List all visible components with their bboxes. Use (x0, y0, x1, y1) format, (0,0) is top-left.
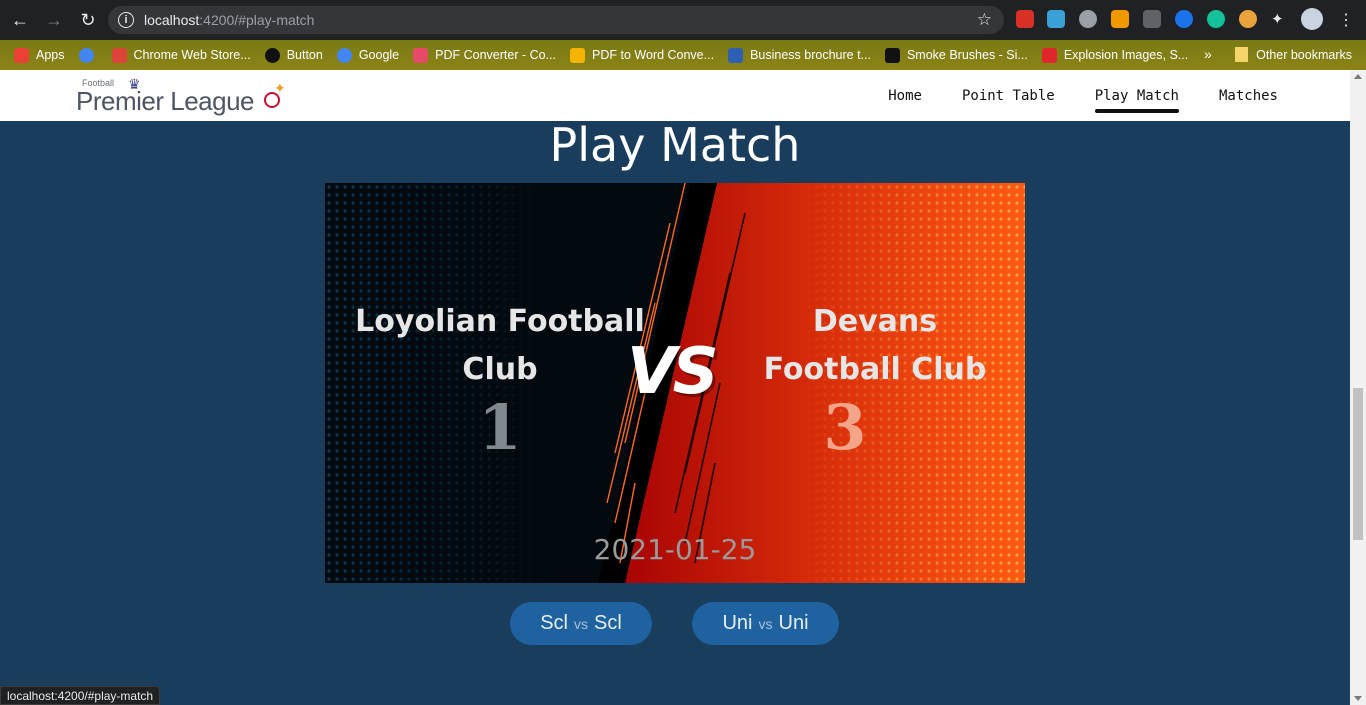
forward-arrow-icon[interactable]: → (40, 6, 68, 34)
extension-icon[interactable] (1111, 10, 1129, 28)
bookmark-label: PDF Converter - Co... (435, 48, 557, 62)
match-vs-label: vs (758, 615, 773, 632)
folder-icon (1235, 47, 1249, 62)
match-banner: Loyolian Football Club Devans Football C… (325, 183, 1025, 583)
logo-text: Premier League (76, 86, 255, 116)
match-home-label: Uni (722, 612, 753, 634)
scrollbar-thumb[interactable] (1353, 388, 1363, 540)
bookmark-item[interactable]: Button (264, 47, 323, 63)
bookmark-label: Business brochure t... (750, 48, 871, 62)
bookmark-star-icon[interactable]: ☆ (977, 10, 992, 30)
bookmark-item[interactable]: Smoke Brushes - Si... (884, 47, 1028, 63)
browser-menu-icon[interactable]: ⋮ (1338, 10, 1356, 29)
bookmark-label: Explosion Images, S... (1063, 48, 1189, 62)
versus-label: VS (627, 335, 719, 409)
bookmark-item[interactable]: Apps (14, 47, 65, 63)
crown-spark-icon: ✦ (274, 80, 286, 96)
address-bar[interactable]: i localhost:4200/#play-match ☆ (108, 6, 1004, 34)
match-home-label: Scl (540, 612, 568, 634)
extension-icon[interactable] (1079, 10, 1097, 28)
scroll-down-icon[interactable] (1354, 696, 1362, 701)
google-icon (336, 47, 352, 63)
match-date: 2021-01-25 (593, 533, 757, 566)
home-team-name: Loyolian Football Club (355, 304, 645, 387)
bookmarks-overflow-button[interactable]: » (1204, 46, 1212, 62)
away-team-name: Devans Football Club (763, 304, 987, 387)
profile-avatar[interactable] (1301, 8, 1323, 30)
match-button-uni-vs-uni[interactable]: Uni vs Uni (692, 602, 839, 645)
github-icon (264, 47, 280, 63)
away-team-score: 3 (823, 391, 867, 464)
chrome-web-store-icon (111, 47, 127, 63)
grammarly-icon[interactable] (1207, 10, 1225, 28)
brush-icon (884, 47, 900, 63)
extension-icon[interactable] (1047, 10, 1065, 28)
site-info-icon[interactable]: i (118, 12, 134, 28)
status-bar-url: localhost:4200/#play-match (0, 686, 161, 705)
puzzle-extensions-icon[interactable]: ✦ (1271, 10, 1289, 28)
match-button-scl-vs-scl[interactable]: Scl vs Scl (510, 602, 652, 645)
bookmark-label: Google (358, 48, 400, 62)
bookmark-item[interactable]: Chrome Web Store... (111, 47, 251, 63)
home-team-score: 1 (478, 391, 522, 464)
site-header: Football ♛ Premier League ✦ Home Point Ta… (0, 70, 1350, 121)
gear-bookmark-icon (728, 47, 744, 63)
reload-icon[interactable]: ↻ (74, 6, 102, 34)
browser-toolbar: ← → ↻ i localhost:4200/#play-match ☆ ✦ ⋮ (0, 0, 1366, 40)
premier-league-logo[interactable]: Football ♛ Premier League ✦ (76, 76, 296, 118)
bookmark-label: Chrome Web Store... (133, 48, 251, 62)
other-bookmarks-label: Other bookmarks (1256, 47, 1352, 62)
bookmark-item[interactable] (78, 47, 98, 63)
page-scrollbar[interactable] (1350, 70, 1366, 705)
bookmark-item[interactable]: Business brochure t... (728, 47, 871, 63)
address-url[interactable]: localhost:4200/#play-match (144, 12, 314, 28)
other-bookmarks-folder[interactable]: Other bookmarks (1235, 47, 1352, 62)
bookmarks-bar: Apps Chrome Web Store... Button Google PDF C… (0, 40, 1366, 70)
bookmark-label: PDF to Word Conve... (592, 48, 715, 62)
extension-icon[interactable] (1016, 10, 1034, 28)
nav-link-point-table[interactable]: Point Table (962, 70, 1055, 121)
extension-icon[interactable] (1175, 10, 1193, 28)
pdf-icon (413, 47, 429, 63)
nav-link-matches[interactable]: Matches (1219, 70, 1278, 121)
back-arrow-icon[interactable]: ← (6, 6, 34, 34)
bookmark-label: Apps (36, 48, 65, 62)
match-vs-label: vs (574, 615, 588, 632)
bookmark-label: Button (286, 48, 323, 62)
match-away-label: Scl (594, 612, 622, 634)
main-nav: Home Point Table Play Match Matches (848, 70, 1278, 121)
page-title: Play Match (549, 118, 801, 172)
google-icon (78, 47, 94, 63)
nav-link-home[interactable]: Home (888, 70, 922, 121)
explosion-icon (1041, 47, 1057, 63)
bookmark-label: Smoke Brushes - Si... (906, 48, 1028, 62)
bookmark-item[interactable]: Google (336, 47, 400, 63)
bookmark-item[interactable]: PDF to Word Conve... (570, 47, 715, 63)
scroll-up-icon[interactable] (1354, 74, 1362, 79)
apps-grid-icon (14, 47, 29, 63)
bookmark-item[interactable]: Explosion Images, S... (1041, 47, 1189, 63)
extension-icon[interactable] (1239, 10, 1257, 28)
pdf-word-icon (570, 47, 586, 63)
extension-icon[interactable] (1143, 10, 1161, 28)
nav-link-play-match[interactable]: Play Match (1094, 70, 1180, 121)
bookmark-item[interactable]: PDF Converter - Co... (413, 47, 557, 63)
match-away-label: Uni (778, 612, 809, 634)
